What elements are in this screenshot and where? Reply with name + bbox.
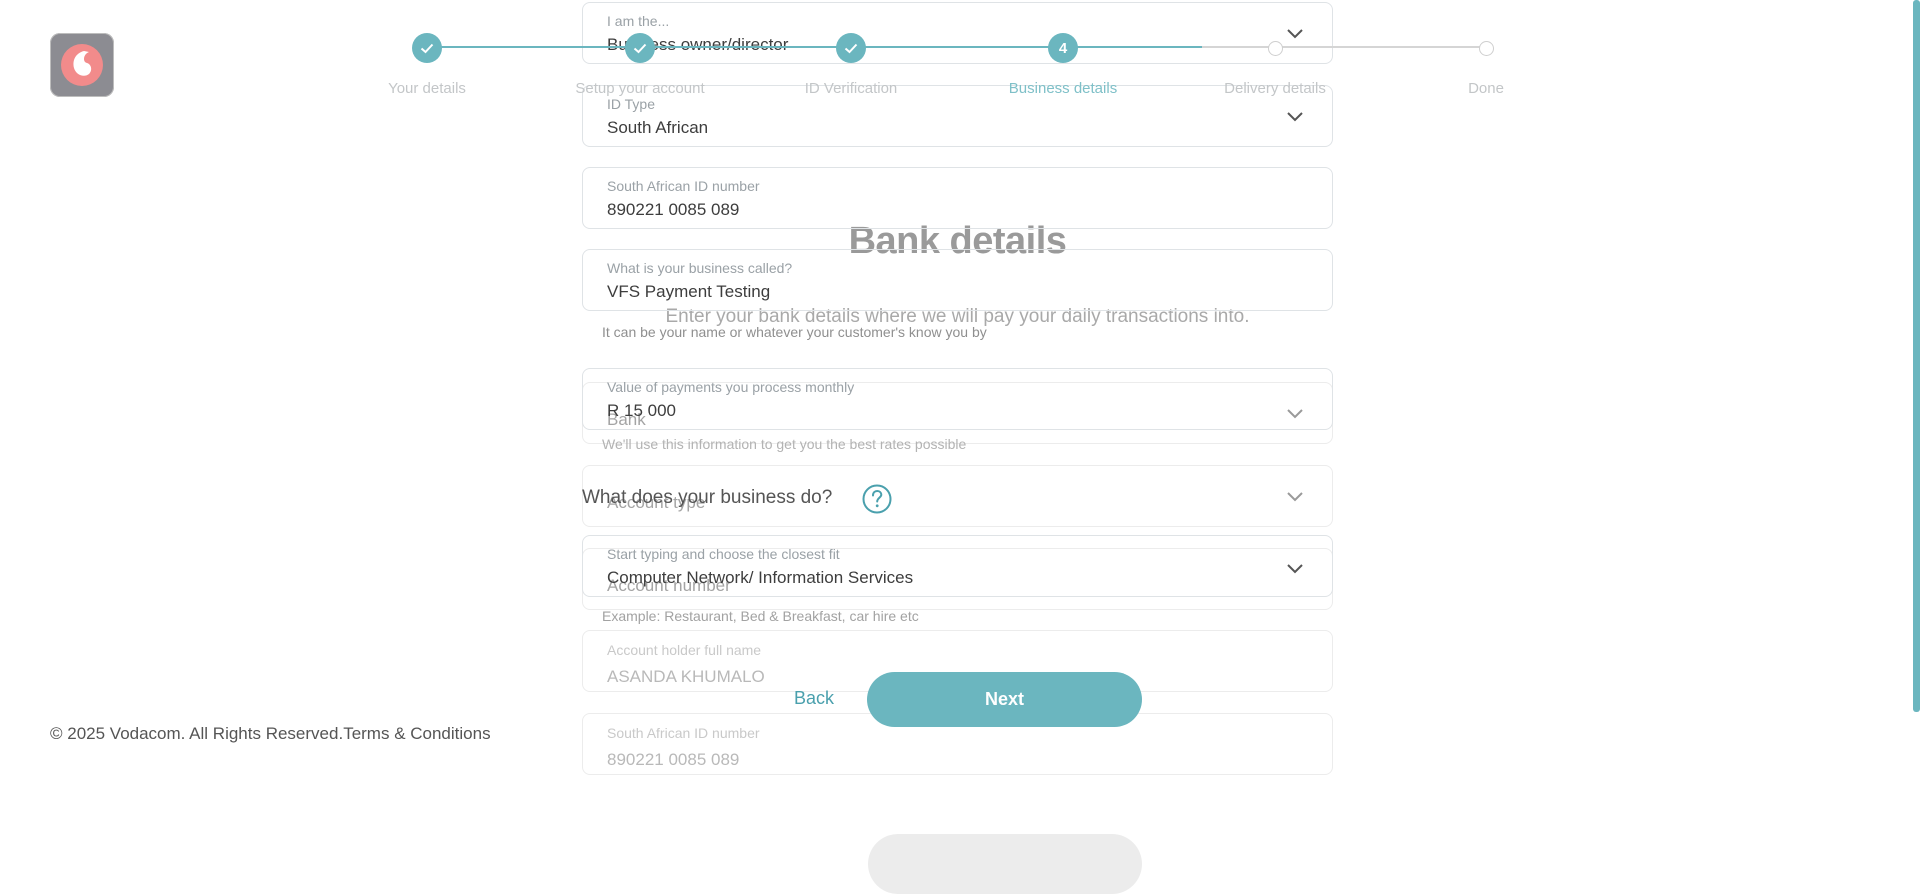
id-number-value: 890221 0085 089 xyxy=(607,200,740,219)
vodacom-logo[interactable] xyxy=(50,33,114,97)
step-label-setup-account: Setup your account xyxy=(575,80,705,97)
monthly-payments-label: Value of payments you process monthly xyxy=(607,379,855,395)
industry-value: Computer Network/ Information Services xyxy=(607,568,914,587)
account-holder-label: Account holder full name xyxy=(607,642,762,658)
step-6-todo xyxy=(1479,41,1494,56)
business-name-label: What is your business called? xyxy=(607,260,793,276)
bank-id-number-label: South African ID number xyxy=(607,725,760,741)
bank-submit-button[interactable] xyxy=(868,834,1142,894)
check-icon xyxy=(420,43,434,53)
chevron-down-icon xyxy=(1287,112,1303,122)
role-label: I am the... xyxy=(607,13,670,29)
step-4-active: 4 xyxy=(1048,33,1078,63)
stepper-remaining-line xyxy=(1202,46,1487,48)
id-type-label: ID Type xyxy=(607,96,655,112)
step-label-delivery-details: Delivery details xyxy=(1224,80,1326,97)
step-label-done: Done xyxy=(1468,80,1504,97)
page-scrollbar[interactable] xyxy=(1913,0,1920,712)
role-select[interactable]: I am the... Business owner/director xyxy=(582,2,1333,64)
monthly-payments-value: R 15 000 xyxy=(607,401,676,420)
chevron-down-icon xyxy=(1287,492,1303,502)
industry-hint: Example: Restaurant, Bed & Breakfast, ca… xyxy=(602,608,919,624)
terms-link[interactable]: Terms & Conditions xyxy=(343,724,490,743)
step-2-done xyxy=(625,33,655,63)
business-name-field[interactable]: What is your business called? VFS Paymen… xyxy=(582,249,1333,311)
check-icon xyxy=(844,43,858,53)
id-number-label: South African ID number xyxy=(607,178,760,194)
help-icon[interactable] xyxy=(862,484,892,514)
step-label-business-details: Business details xyxy=(1008,80,1118,97)
bank-id-number-value: 890221 0085 089 xyxy=(607,750,740,769)
stepper-progress-line xyxy=(427,46,1202,48)
business-name-hint: It can be your name or whatever your cus… xyxy=(602,324,987,340)
monthly-payments-hint: We'll use this information to get you th… xyxy=(602,436,967,452)
account-holder-value: ASANDA KHUMALO xyxy=(607,667,765,686)
id-number-field[interactable]: South African ID number 890221 0085 089 xyxy=(582,167,1333,229)
monthly-payments-select[interactable]: Value of payments you process monthly R … xyxy=(582,368,1333,430)
step-1-done xyxy=(412,33,442,63)
industry-label: Start typing and choose the closest fit xyxy=(607,546,840,562)
chevron-down-icon xyxy=(1287,564,1303,574)
chevron-down-icon xyxy=(1287,29,1303,39)
next-button[interactable]: Next xyxy=(867,672,1142,727)
back-button[interactable]: Back xyxy=(794,688,834,709)
business-name-value: VFS Payment Testing xyxy=(607,282,771,301)
industry-select[interactable]: Start typing and choose the closest fit … xyxy=(582,535,1333,597)
step-label-your-details: Your details xyxy=(388,80,466,97)
copyright-text: © 2025 Vodacom. All Rights Reserved. xyxy=(50,724,344,743)
vodacom-logo-icon xyxy=(61,44,103,86)
footer: © 2025 Vodacom. All Rights Reserved.Term… xyxy=(50,724,491,744)
step-3-done xyxy=(836,33,866,63)
id-type-value: South African xyxy=(607,118,709,137)
business-activity-question: What does your business do? xyxy=(582,487,833,508)
check-icon xyxy=(633,43,647,53)
step-label-id-verification: ID Verification xyxy=(804,80,898,97)
step-5-todo xyxy=(1268,41,1283,56)
